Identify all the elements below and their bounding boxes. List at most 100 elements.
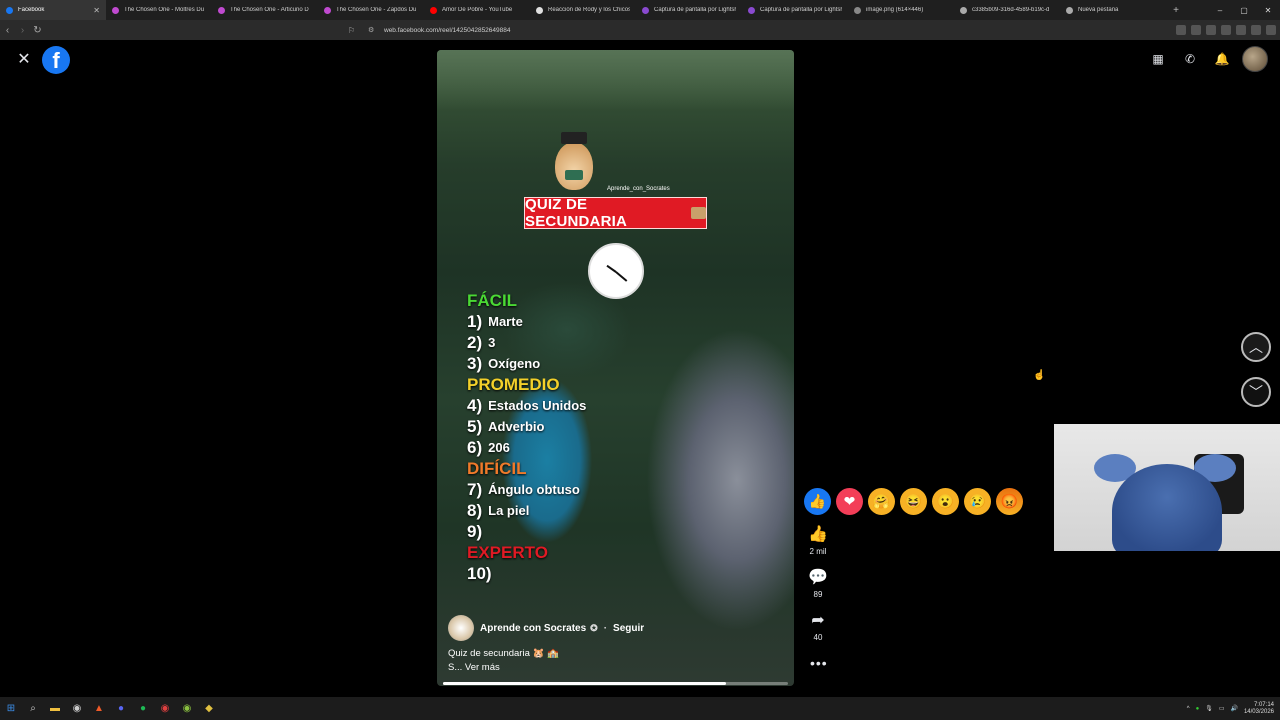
answer-number: 10) [467, 563, 492, 583]
extension-icon[interactable] [1206, 25, 1216, 35]
care-reaction-icon[interactable]: 🤗 [868, 488, 895, 515]
browser-tab[interactable]: Nueva pestaña [1060, 0, 1166, 20]
answer-number: 7) [467, 479, 483, 499]
close-reel-icon[interactable]: ✕ [16, 52, 32, 68]
app-icon[interactable]: ◆ [198, 697, 220, 720]
reload-icon[interactable]: ↻ [30, 20, 45, 40]
tab-favicon-icon [960, 6, 967, 14]
school-icon [690, 207, 706, 219]
network-icon[interactable]: ▭ [1219, 705, 1225, 712]
reel-video[interactable]: Aprende_con_Socrates QUIZ DE SECUNDARIA … [437, 50, 794, 686]
chevron-down-icon: ﹀ [1249, 384, 1263, 400]
discord-icon[interactable]: ● [110, 697, 132, 720]
see-more-link[interactable]: Ver más [465, 662, 500, 673]
comment-count: 89 [813, 590, 823, 599]
browser-tab[interactable]: Reacción de Rody y los Chicos [530, 0, 636, 20]
new-tab-icon[interactable]: + [1166, 0, 1186, 20]
video-progress-bar[interactable] [443, 682, 788, 685]
like-icon[interactable]: 👍 [808, 525, 828, 545]
browser-tab-bar: Facebook ✕ The Chosen One - Moltres Du The … [0, 0, 1280, 20]
sad-reaction-icon[interactable]: 😢 [964, 488, 991, 515]
file-explorer-icon[interactable]: ▬ [44, 697, 66, 720]
browser-tab[interactable]: image.png (614×446) [848, 0, 954, 20]
extension-icon[interactable] [1221, 25, 1231, 35]
tab-label: The Chosen One - Articuno D [230, 7, 309, 13]
comment-action[interactable]: 💬 89 [803, 568, 833, 611]
tab-label: Captura de pantalla por Lightsh [760, 7, 842, 13]
extension-icon[interactable] [1266, 25, 1276, 35]
browser-icon[interactable]: ▲ [88, 697, 110, 720]
browser-tab[interactable]: The Chosen One - Zapdos Du [318, 0, 424, 20]
browser-tab[interactable]: c3385b09-316d-4589-b19c-d [954, 0, 1060, 20]
search-icon[interactable]: ⌕ [22, 697, 44, 720]
answer-row: 9) [467, 521, 586, 542]
browser-tab[interactable]: The Chosen One - Moltres Du [106, 0, 212, 20]
spotify-icon[interactable]: ● [132, 697, 154, 720]
answer-text: Oxígeno [488, 356, 541, 371]
bookmark-icon[interactable]: ⚐ [348, 26, 355, 35]
tab-label: Reacción de Rody y los Chicos [548, 7, 630, 13]
tab-close-icon[interactable]: ✕ [93, 6, 100, 15]
facebook-logo[interactable]: f [42, 46, 70, 74]
previous-reel-button[interactable]: ︿ [1241, 332, 1271, 362]
clock[interactable]: 7:07:14 14/03/2026 [1244, 702, 1274, 716]
minimize-icon[interactable]: – [1208, 0, 1232, 20]
answer-row: 1) Marte [467, 311, 586, 332]
like-reaction-icon[interactable]: 👍 [804, 488, 831, 515]
notifications-bell-icon[interactable]: 🔔 [1210, 47, 1234, 71]
app-icon[interactable]: ◉ [176, 697, 198, 720]
extension-icon[interactable] [1191, 25, 1201, 35]
wow-reaction-icon[interactable]: 😮 [932, 488, 959, 515]
quiz-answer-list: FÁCIL 1) Marte 2) 3 3) Oxígeno PROMEDIO 4) E… [467, 290, 586, 584]
follow-button[interactable]: Seguir [613, 623, 644, 634]
browser-tab[interactable]: Amor De Pobre - YouTube [424, 0, 530, 20]
close-window-icon[interactable]: ✕ [1256, 0, 1280, 20]
love-reaction-icon[interactable]: ❤ [836, 488, 863, 515]
more-options-icon[interactable]: ••• [810, 655, 828, 671]
browser-tab[interactable]: The Chosen One - Articuno D [212, 0, 318, 20]
status-icon[interactable]: ● [1196, 706, 1200, 712]
haha-reaction-icon[interactable]: 😆 [900, 488, 927, 515]
chevron-up-icon: ︿ [1249, 339, 1263, 355]
maximize-icon[interactable]: ▢ [1232, 0, 1256, 20]
site-info-icon[interactable]: ⚙ [368, 26, 374, 34]
browser-tab[interactable]: Captura de pantalla por Lightsh [636, 0, 742, 20]
url-field[interactable]: ⚐ ⚙ web.facebook.com/reel/14250428526498… [346, 23, 906, 37]
tab-label: The Chosen One - Moltres Du [124, 7, 205, 13]
mouse-cursor-icon: ☝ [1033, 370, 1046, 381]
level-heading-expert: EXPERTO [467, 542, 548, 562]
extension-icon[interactable] [1236, 25, 1246, 35]
share-count: 40 [813, 633, 823, 642]
chevron-up-icon[interactable]: ^ [1187, 706, 1190, 712]
app-icon[interactable]: ◉ [66, 697, 88, 720]
reel-caption: Quiz de secundaria 🐹 🏫 S... Ver más [448, 647, 559, 675]
clock-time: 7:07:14 [1253, 701, 1274, 708]
tab-label: Facebook [18, 7, 45, 13]
extension-icon[interactable] [1251, 25, 1261, 35]
comment-icon[interactable]: 💬 [808, 568, 828, 588]
profile-avatar[interactable] [1242, 46, 1268, 72]
angry-reaction-icon[interactable]: 😡 [996, 488, 1023, 515]
tab-favicon-icon [642, 6, 649, 14]
answer-number: 9) [467, 521, 483, 541]
clock-icon [588, 243, 644, 299]
app-icon[interactable]: ◉ [154, 697, 176, 720]
author-name[interactable]: Aprende con Socrates [480, 623, 586, 634]
tab-favicon-icon [1066, 6, 1073, 14]
forward-icon[interactable]: › [15, 20, 30, 40]
like-action[interactable]: 👍 2 mil [803, 525, 833, 568]
tab-favicon-icon [112, 6, 119, 14]
microphone-icon[interactable]: 🎙 [1205, 705, 1213, 712]
share-icon[interactable]: ➦ [811, 611, 824, 631]
author-avatar[interactable] [448, 615, 474, 641]
menu-grid-icon[interactable]: ▦ [1146, 47, 1170, 71]
windows-start-icon[interactable]: ⊞ [0, 697, 22, 720]
extension-icon[interactable] [1176, 25, 1186, 35]
back-icon[interactable]: ‹ [0, 20, 15, 40]
next-reel-button[interactable]: ﹀ [1241, 377, 1271, 407]
volume-icon[interactable]: 🔊 [1230, 705, 1237, 712]
browser-tab[interactable]: Captura de pantalla por Lightsh [742, 0, 848, 20]
messenger-icon[interactable]: ✆ [1178, 47, 1202, 71]
browser-tab[interactable]: Facebook ✕ [0, 0, 106, 20]
share-action[interactable]: ➦ 40 [803, 611, 833, 654]
